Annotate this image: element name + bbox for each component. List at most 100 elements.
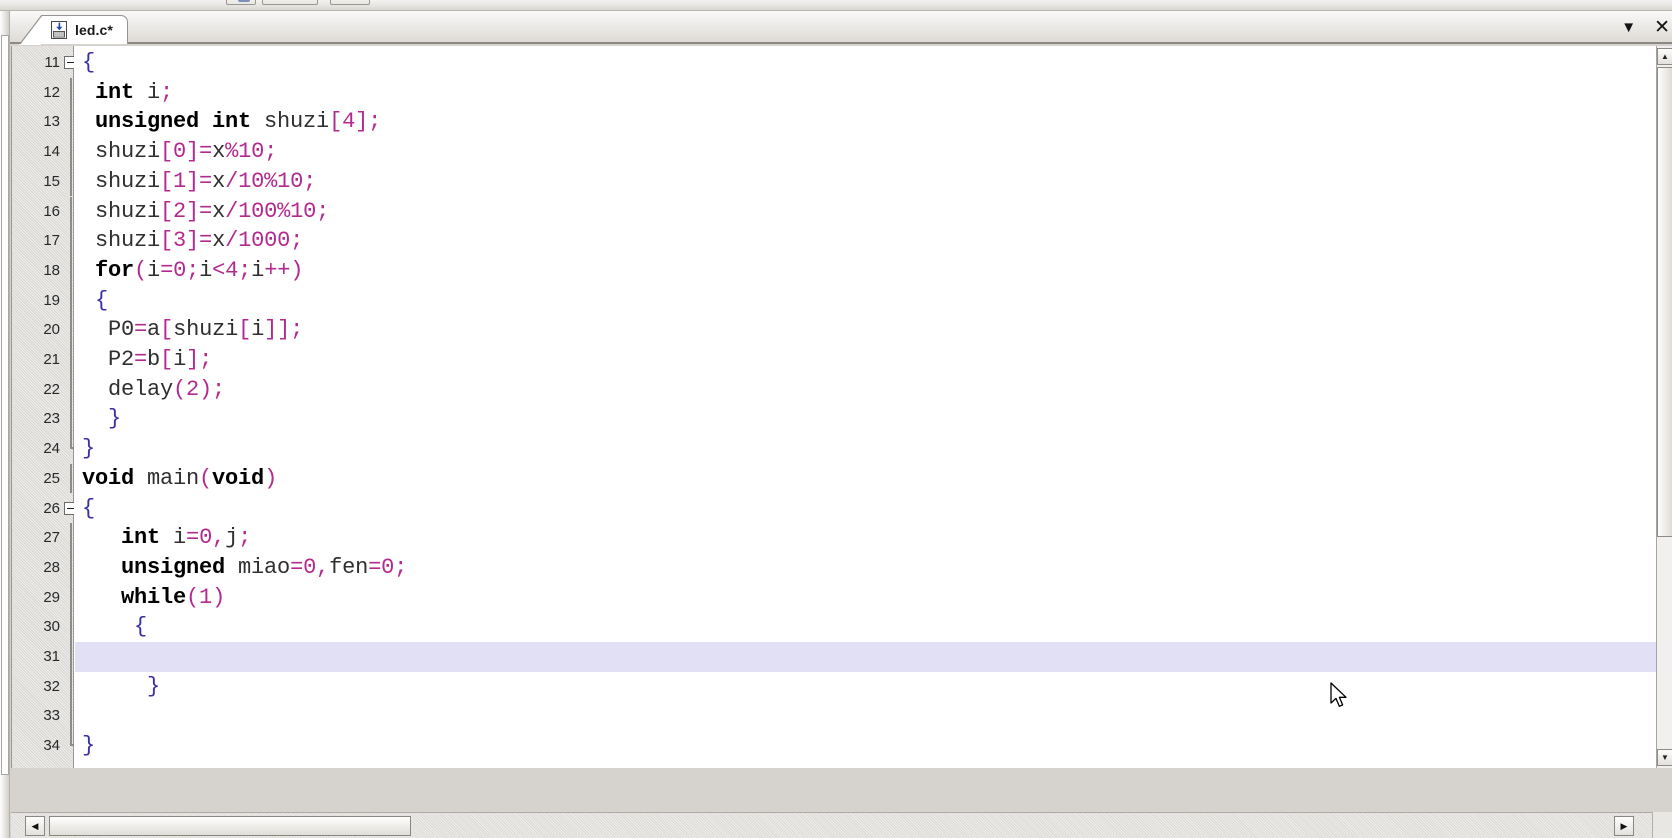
code-token-num: 10 [277, 168, 304, 194]
code-token-pun: ] [355, 109, 369, 135]
toolbar-button-1-glyph [238, 0, 250, 2]
code-token-pun: ) [290, 257, 304, 283]
line-number: 15 [43, 172, 60, 190]
close-icon[interactable]: ✕ [1654, 18, 1670, 37]
code-token-pun: ]= [186, 168, 213, 194]
code-line[interactable]: } [75, 404, 1656, 434]
fold-end-marker [70, 731, 80, 747]
line-number: 21 [43, 351, 60, 368]
code-token-id: x [212, 168, 226, 194]
c-source-file-icon [51, 21, 67, 39]
code-line[interactable]: P2=b[i]; [75, 345, 1656, 375]
line-number: 24 [43, 440, 60, 458]
code-line[interactable]: int i; [75, 78, 1656, 108]
scroll-down-button[interactable]: ▼ [1657, 749, 1672, 766]
line-number: 14 [43, 143, 60, 161]
chevron-down-icon[interactable]: ▼ [1621, 20, 1636, 35]
code-line[interactable]: unsigned miao=0,fen=0; [75, 553, 1656, 583]
code-line[interactable]: shuzi[1]=x/10%10; [75, 167, 1656, 197]
code-token-id [82, 674, 147, 699]
code-line[interactable]: void main(void) [75, 464, 1656, 494]
code-token-kw: for [95, 257, 135, 283]
code-line[interactable]: { [75, 494, 1656, 524]
code-token-pun: ]]; [264, 317, 304, 343]
code-token-num: 10 [238, 139, 265, 165]
code-token-num: 0 [381, 554, 395, 580]
code-line[interactable]: shuzi[2]=x/100%10; [75, 197, 1656, 227]
code-token-br: } [82, 733, 96, 759]
fold-guide-line [70, 523, 72, 553]
vertical-scroll-thumb[interactable] [1657, 67, 1672, 537]
fold-guide-line [70, 196, 72, 227]
line-number: 32 [43, 677, 60, 695]
document-tabbar: led.c* ▼ ✕ [10, 11, 1672, 45]
code-token-kw: unsigned int [95, 109, 252, 135]
code-token-num: 4 [342, 109, 356, 135]
line-number: 33 [43, 707, 60, 725]
code-line[interactable]: } [75, 434, 1656, 464]
code-token-pun: ); [199, 376, 226, 402]
code-token-id: shuzi [82, 198, 161, 224]
code-line[interactable]: for(i=0;i<4;i++) [75, 256, 1656, 286]
line-number: 29 [43, 588, 60, 606]
code-line[interactable]: } [75, 672, 1656, 702]
line-number: 20 [43, 321, 60, 339]
code-line[interactable]: while(1) [75, 583, 1656, 613]
code-token-pun: ; [394, 554, 408, 580]
code-token-pun: [ [160, 228, 174, 254]
code-token-kw: int [121, 525, 161, 551]
code-token-id: b [147, 347, 161, 372]
line-number: 25 [43, 469, 60, 487]
code-line[interactable]: int i=0,j; [75, 523, 1656, 553]
code-token-id [82, 525, 121, 550]
scroll-right-button[interactable]: ▶ [1614, 816, 1634, 836]
code-token-id: P2 [82, 347, 135, 372]
code-token-id: delay [82, 376, 174, 402]
code-token-pun: = [186, 525, 200, 551]
code-line[interactable]: { [75, 48, 1656, 78]
code-token-num: 0 [199, 525, 213, 551]
code-token-id: shuzi [82, 168, 161, 194]
code-token-id: i [199, 257, 213, 283]
code-token-pun: / [225, 198, 239, 224]
code-line[interactable]: } [75, 731, 1656, 761]
code-token-pun: ( [186, 584, 200, 610]
code-token-id: j [225, 525, 239, 551]
code-token-id [82, 288, 95, 313]
toolbar-button-2[interactable] [262, 0, 318, 5]
code-line[interactable]: delay(2); [75, 375, 1656, 405]
code-token-kw: int [95, 79, 135, 105]
scroll-up-button[interactable]: ▲ [1657, 48, 1672, 65]
code-line-current[interactable] [75, 642, 1656, 672]
code-line[interactable]: shuzi[0]=x%10; [75, 137, 1656, 167]
fold-guide-line [70, 552, 72, 583]
code-token-id: shuzi [82, 228, 161, 254]
toolbar-button-3[interactable] [330, 0, 370, 5]
code-line[interactable]: unsigned int shuzi[4]; [75, 107, 1656, 137]
code-token-pun: ) [212, 584, 226, 610]
code-editor[interactable]: 11 12 13 14 15 16 17 18 19 20 21 22 23 24 25 26 27 28 29 30… [11, 46, 1656, 768]
editor-window: led.c* ▼ ✕ 11 12 13 14 15 16 17 18 19 20 21 22 23 24 2… [0, 0, 1672, 838]
code-line[interactable]: P0=a[shuzi[i]]; [75, 315, 1656, 345]
horizontal-scroll-thumb[interactable] [49, 816, 411, 836]
code-line[interactable] [75, 701, 1656, 731]
scroll-left-button[interactable]: ◀ [25, 816, 45, 836]
horizontal-scrollbar[interactable]: ◀ ▶ [11, 812, 1656, 838]
code-token-id: shuzi [82, 139, 161, 165]
vertical-scrollbar[interactable]: ▲ ▼ [1656, 46, 1672, 768]
code-token-br: { [82, 495, 96, 521]
fold-guide-line [70, 374, 72, 405]
code-token-pun: ; [160, 79, 174, 105]
code-text-area[interactable]: { int i; unsigned int shuzi[4]; shuzi[0]… [75, 46, 1656, 768]
code-line[interactable]: shuzi[3]=x/1000; [75, 226, 1656, 256]
code-line[interactable]: { [75, 612, 1656, 642]
code-token-pun: = [134, 317, 148, 343]
code-token-pun: [ [329, 109, 343, 135]
code-token-pun: ; [303, 168, 317, 194]
code-line[interactable]: { [75, 286, 1656, 316]
left-dock-frame [0, 11, 10, 838]
code-token-num: 100 [238, 198, 278, 224]
tab-led-c[interactable]: led.c* [19, 15, 128, 45]
code-token-pun: ) [264, 465, 278, 491]
code-token-pun: % [225, 139, 239, 165]
